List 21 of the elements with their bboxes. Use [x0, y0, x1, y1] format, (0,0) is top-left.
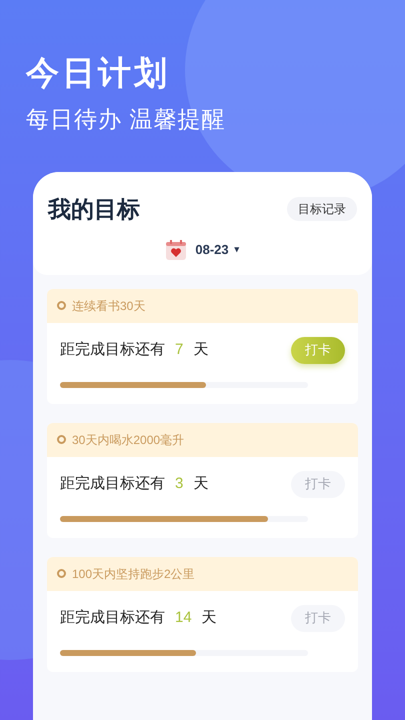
- hero-title: 今日计划: [26, 53, 170, 93]
- days-count: 7: [175, 340, 184, 360]
- goal-suffix: 天: [193, 340, 208, 360]
- ring-icon: [57, 569, 66, 578]
- card-title: 我的目标: [48, 195, 140, 224]
- goal-title: 100天内坚持跑步2公里: [72, 566, 195, 582]
- date-selector[interactable]: 08-23 ▾: [195, 240, 240, 260]
- goal-prefix: 距完成目标还有: [60, 474, 165, 494]
- days-count: 14: [175, 608, 192, 628]
- hero-subtitle: 每日待办 温馨提醒: [26, 105, 226, 134]
- ring-icon: [57, 301, 66, 310]
- goal-title: 30天内喝水2000毫升: [72, 432, 184, 448]
- days-count: 3: [175, 474, 184, 494]
- goal-prefix: 距完成目标还有: [60, 340, 165, 360]
- goal-title: 连续看书30天: [72, 298, 146, 314]
- goal-suffix: 天: [193, 474, 208, 494]
- goal-suffix: 天: [202, 608, 217, 628]
- check-in-button[interactable]: 打卡: [291, 336, 345, 364]
- goal-prefix: 距完成目标还有: [60, 608, 165, 628]
- ring-icon: [57, 435, 66, 444]
- records-button[interactable]: 目标记录: [287, 197, 357, 222]
